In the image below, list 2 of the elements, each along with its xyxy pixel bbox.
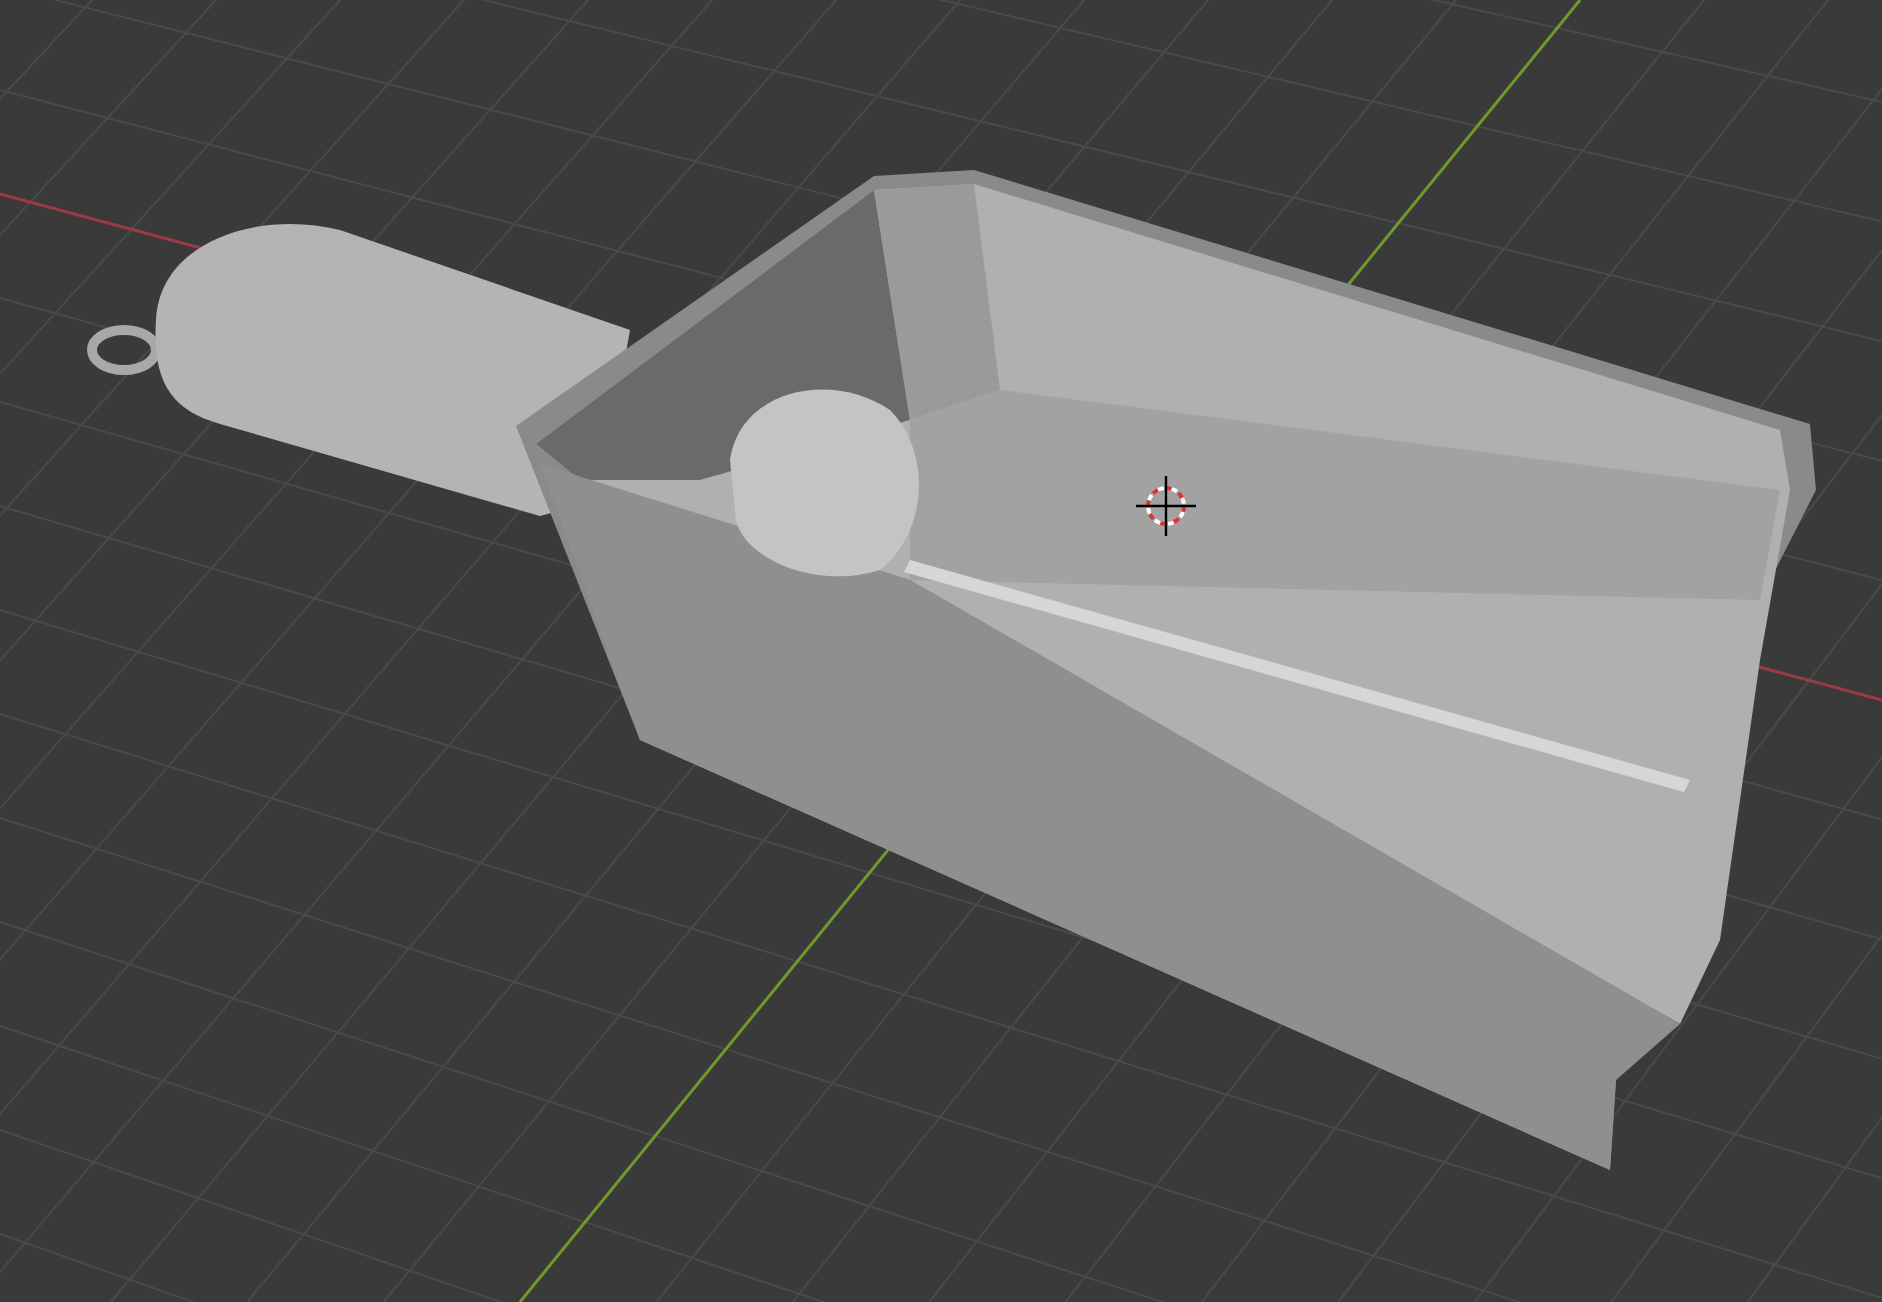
3d-cursor-icon[interactable] [1136,476,1196,536]
viewport-canvas[interactable] [0,0,1882,1302]
